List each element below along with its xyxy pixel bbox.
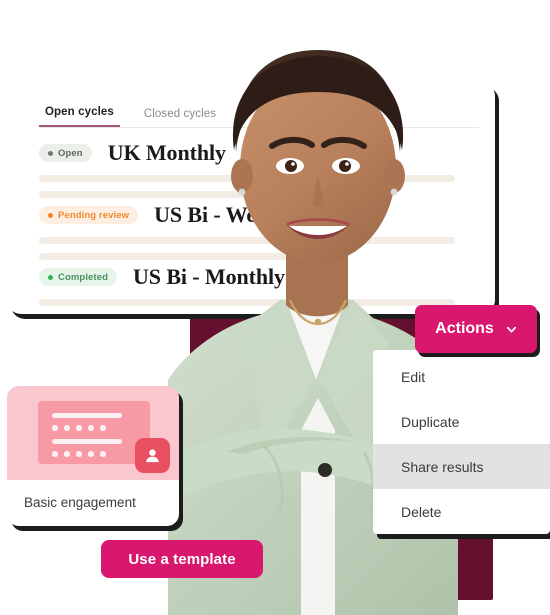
tab-open-cycles[interactable]: Open cycles [39, 106, 120, 127]
status-badge-label: Pending review [58, 209, 130, 221]
status-dot-icon [48, 274, 53, 280]
status-dot-icon [48, 150, 53, 156]
use-a-template-button[interactable]: Use a template [101, 540, 263, 578]
menu-item-duplicate[interactable]: Duplicate [373, 399, 550, 444]
actions-dropdown: Edit Duplicate Share results Delete Acti… [373, 305, 550, 534]
status-badge-pending-review: Pending review [39, 206, 139, 224]
actions-button[interactable]: Actions [415, 305, 537, 353]
thumb-line [52, 439, 122, 444]
status-dot-icon [48, 212, 53, 218]
status-badge-completed: Completed [39, 268, 117, 286]
menu-item-share-results[interactable]: Share results [373, 444, 550, 489]
template-thumbnail [7, 386, 179, 480]
menu-item-delete[interactable]: Delete [373, 489, 550, 534]
chevron-down-icon [506, 326, 516, 333]
template-thumbnail-panel [38, 401, 150, 464]
template-card[interactable]: Basic engagement [7, 386, 179, 526]
status-badge-label: Open [58, 147, 83, 159]
user-contact-icon [135, 438, 170, 473]
actions-button-label: Actions [435, 320, 494, 337]
thumb-dot-row [52, 451, 106, 457]
status-badge-open: Open [39, 144, 92, 162]
hero-illustration: Open cycles Closed cycles Open UK Monthl… [0, 0, 550, 615]
thumb-line [52, 413, 122, 418]
status-badge-label: Completed [58, 271, 108, 283]
thumb-dot-row [52, 425, 106, 431]
template-card-label: Basic engagement [24, 495, 136, 510]
actions-menu: Edit Duplicate Share results Delete [373, 350, 550, 534]
menu-item-edit[interactable]: Edit [373, 354, 550, 399]
